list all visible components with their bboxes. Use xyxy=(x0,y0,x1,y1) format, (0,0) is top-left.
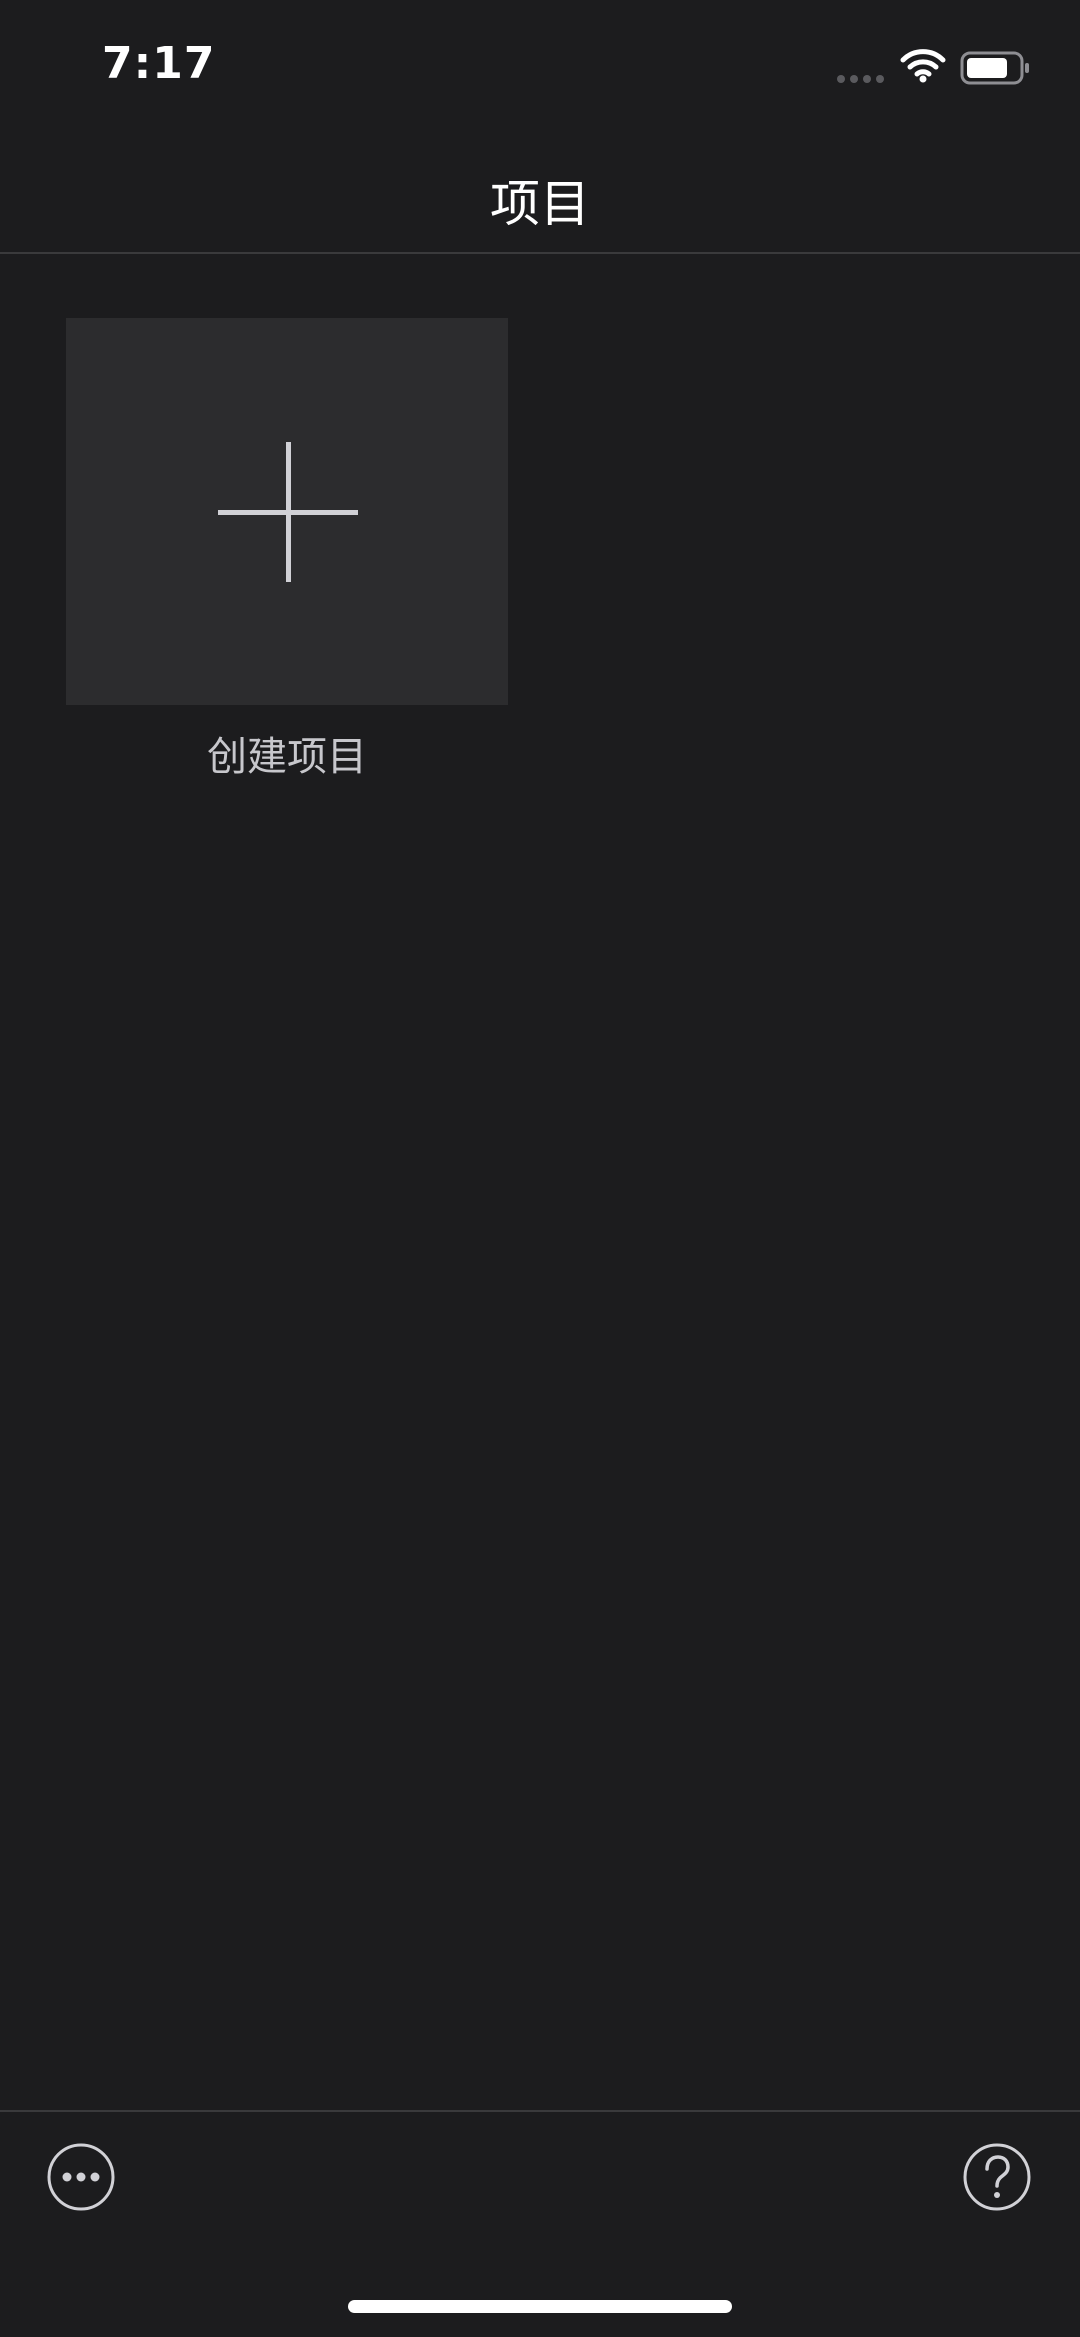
wifi-icon xyxy=(900,49,946,83)
create-project-button[interactable] xyxy=(66,318,508,705)
status-bar: 7:17 xyxy=(0,0,1080,130)
nav-bar: 项目 xyxy=(0,130,1080,254)
plus-icon xyxy=(218,442,358,582)
help-icon[interactable] xyxy=(962,2142,1032,2212)
signal-dots-icon xyxy=(837,75,884,83)
page-title: 项目 xyxy=(490,175,590,233)
create-project-label: 创建项目 xyxy=(207,734,367,780)
battery-icon xyxy=(960,51,1029,85)
more-icon[interactable] xyxy=(46,2142,116,2212)
projects-screen: 7:17 项目 创建项目 xyxy=(0,0,1080,2337)
status-time: 7:17 xyxy=(102,38,216,89)
home-indicator[interactable] xyxy=(348,2300,732,2313)
